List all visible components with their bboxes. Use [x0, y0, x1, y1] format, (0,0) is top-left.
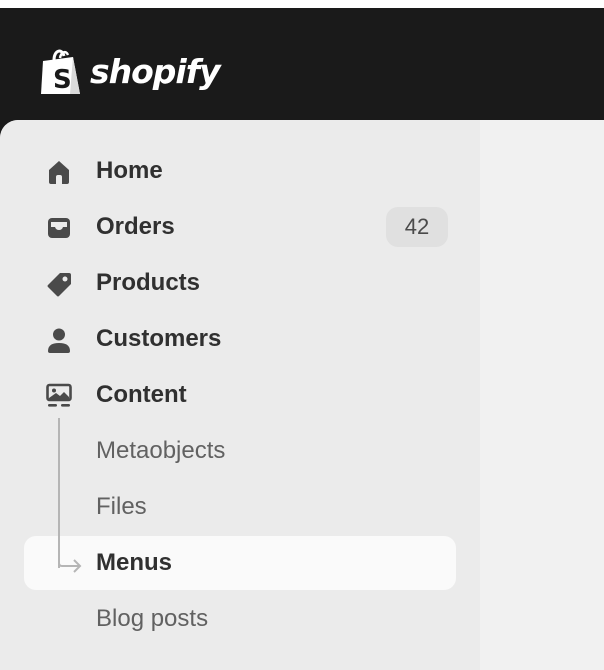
image-icon: [44, 381, 74, 411]
tag-icon: [44, 269, 74, 299]
inbox-icon: [44, 213, 74, 243]
orders-count-badge: 42: [386, 207, 448, 247]
submenu-tree-line: [58, 418, 60, 568]
sidebar-item-label: Menus: [96, 549, 173, 576]
person-icon: [44, 325, 74, 355]
sidebar-navigation: Home Orders 42 Products Customers Conten…: [0, 120, 480, 670]
sidebar-item-customers[interactable]: Customers: [24, 312, 456, 366]
shopping-bag-icon: S: [41, 49, 80, 95]
sidebar-item-label: Orders: [96, 213, 175, 240]
sidebar-item-orders[interactable]: Orders 42: [24, 200, 456, 254]
sidebar-item-home[interactable]: Home: [24, 144, 456, 198]
sidebar-item-label: Content: [96, 381, 187, 408]
brand-wordmark: shopify: [90, 51, 221, 91]
sidebar-subitem-blog-posts[interactable]: Blog posts: [24, 592, 456, 646]
sidebar-subitem-menus[interactable]: Menus: [24, 536, 456, 590]
home-icon: [44, 157, 74, 187]
shopify-logo[interactable]: S shopify: [40, 46, 221, 96]
sidebar-subitem-metaobjects[interactable]: Metaobjects: [24, 424, 456, 478]
window-top-edge: [0, 0, 604, 8]
sidebar-item-products[interactable]: Products: [24, 256, 456, 310]
active-branch-connector-icon: [58, 554, 82, 573]
sidebar-item-label: Blog posts: [96, 605, 209, 632]
sidebar-item-label: Files: [96, 493, 147, 520]
sidebar-subitem-files[interactable]: Files: [24, 480, 456, 534]
sidebar-item-label: Home: [96, 157, 163, 184]
sidebar-item-content[interactable]: Content: [24, 368, 456, 422]
sidebar-item-label: Products: [96, 269, 201, 296]
svg-text:S: S: [53, 65, 72, 95]
sidebar-item-label: Metaobjects: [96, 437, 226, 464]
sidebar-item-label: Customers: [96, 325, 222, 352]
